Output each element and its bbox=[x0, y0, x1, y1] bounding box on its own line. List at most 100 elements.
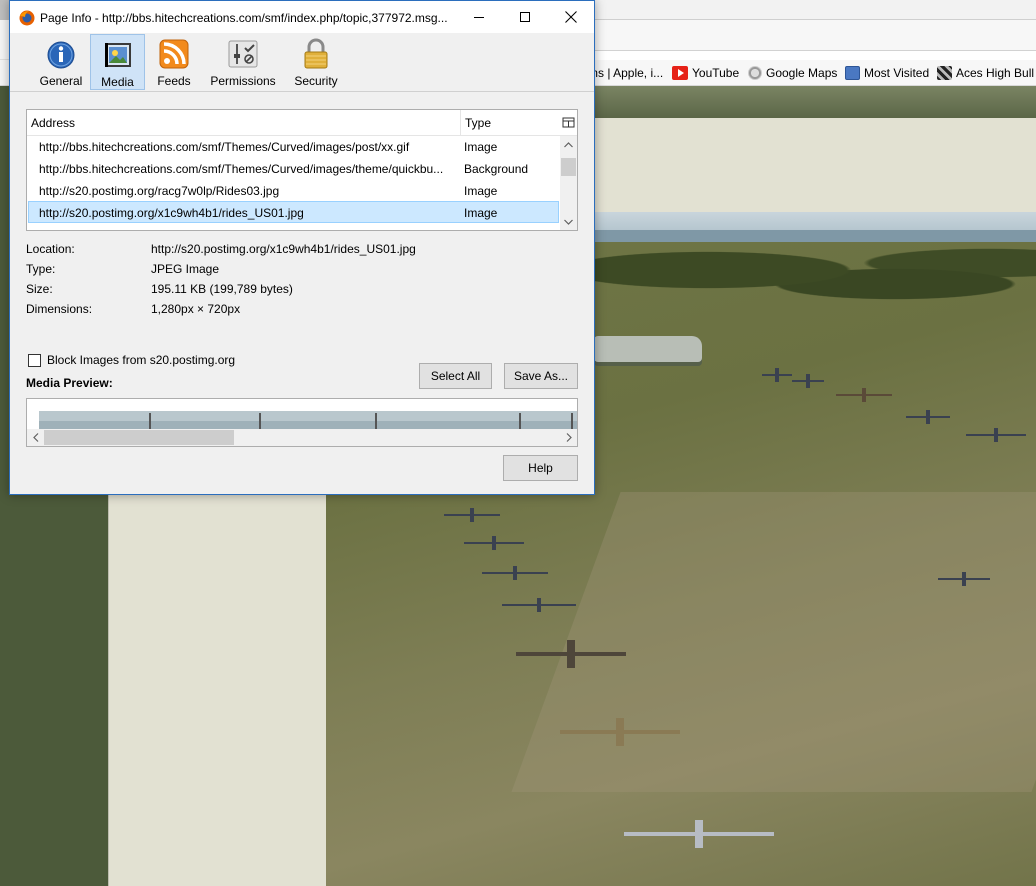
bookmark-most-visited[interactable]: Most Visited bbox=[845, 65, 929, 81]
dialog-title-bar[interactable]: Page Info - http://bbs.hitechcreations.c… bbox=[10, 1, 594, 33]
bookmark-label: ms | Apple, i... bbox=[588, 66, 664, 80]
row-address: http://bbs.hitechcreations.com/smf/Theme… bbox=[39, 162, 444, 176]
size-value: 195.11 KB (199,789 bytes) bbox=[151, 282, 293, 296]
tab-label: Media bbox=[101, 75, 134, 89]
bookmark-aces-high[interactable]: Aces High Bull bbox=[937, 65, 1034, 81]
aircraft bbox=[464, 542, 524, 544]
bookmark-label: Most Visited bbox=[864, 66, 930, 80]
aircraft bbox=[906, 416, 950, 418]
scrollbar-thumb[interactable] bbox=[44, 430, 234, 445]
row-address: http://s20.postimg.org/racg7w0lp/Rides03… bbox=[39, 184, 280, 198]
aircraft bbox=[502, 604, 576, 606]
youtube-icon bbox=[672, 66, 688, 80]
maximize-button[interactable] bbox=[502, 1, 548, 33]
bookmark-youtube[interactable]: YouTube bbox=[672, 65, 739, 81]
preview-scrollbar[interactable] bbox=[27, 429, 577, 446]
block-images-label[interactable]: Block Images from s20.postimg.org bbox=[47, 352, 235, 368]
rss-feed-icon bbox=[159, 39, 189, 69]
scroll-down-button[interactable] bbox=[560, 213, 577, 230]
media-preview-pane bbox=[26, 398, 578, 447]
row-address: http://bbs.hitechcreations.com/smf/Theme… bbox=[39, 140, 410, 154]
type-label: Type: bbox=[26, 262, 56, 276]
column-header-address[interactable]: Address bbox=[27, 110, 461, 136]
aircraft bbox=[938, 578, 990, 580]
row-type: Image bbox=[464, 140, 498, 154]
forum-banner bbox=[594, 86, 1036, 118]
tab-general[interactable]: General bbox=[34, 34, 88, 90]
aircraft bbox=[966, 434, 1026, 436]
media-icon bbox=[104, 43, 131, 67]
preview-detail bbox=[375, 413, 377, 429]
tab-feeds[interactable]: Feeds bbox=[150, 34, 198, 90]
table-row-selected[interactable]: http://s20.postimg.org/x1c9wh4b1/rides_U… bbox=[28, 201, 559, 223]
minimize-icon bbox=[474, 17, 484, 18]
location-label: Location: bbox=[26, 242, 75, 256]
info-icon bbox=[47, 41, 75, 69]
bookmark-label: Aces High Bull bbox=[956, 66, 1035, 80]
bookmark-folder-icon bbox=[845, 66, 860, 80]
table-row[interactable]: http://s20.postimg.org/racg7w0lp/Rides03… bbox=[28, 180, 559, 202]
media-preview-image bbox=[39, 411, 577, 429]
row-type: Image bbox=[464, 206, 498, 220]
dialog-title: Page Info - http://bbs.hitechcreations.c… bbox=[40, 11, 448, 25]
media-list-scrollbar[interactable] bbox=[560, 136, 577, 230]
tab-label: Feeds bbox=[157, 74, 191, 88]
padlock-icon bbox=[304, 38, 328, 69]
save-as-button[interactable]: Save As... bbox=[504, 363, 578, 389]
page-info-tabs: General Media Feeds Permissions Security bbox=[10, 33, 594, 91]
aircraft bbox=[482, 572, 548, 574]
row-type: Image bbox=[464, 184, 498, 198]
globe-icon bbox=[748, 66, 762, 80]
dimensions-label: Dimensions: bbox=[26, 302, 93, 316]
scroll-right-button[interactable] bbox=[560, 429, 577, 446]
bookmark-google-maps[interactable]: Google Maps bbox=[748, 65, 837, 81]
aces-high-icon bbox=[937, 66, 952, 80]
tab-media[interactable]: Media bbox=[90, 34, 145, 90]
media-list[interactable]: Address Type http://bbs.hitechcreations.… bbox=[26, 109, 578, 231]
media-preview-label: Media Preview: bbox=[26, 376, 113, 390]
aircraft bbox=[624, 832, 774, 836]
aircraft bbox=[792, 380, 824, 382]
close-icon bbox=[565, 11, 577, 23]
bookmark-label: Google Maps bbox=[766, 66, 838, 80]
page-info-dialog: Page Info - http://bbs.hitechcreations.c… bbox=[9, 0, 595, 495]
preview-detail bbox=[149, 413, 151, 429]
select-all-button[interactable]: Select All bbox=[419, 363, 492, 389]
chevron-up-icon bbox=[564, 141, 573, 147]
help-button[interactable]: Help bbox=[503, 455, 578, 481]
bookmark-apple[interactable]: ms | Apple, i... bbox=[588, 65, 663, 81]
size-label: Size: bbox=[26, 282, 53, 296]
scroll-left-button[interactable] bbox=[27, 429, 44, 446]
aircraft bbox=[444, 514, 500, 516]
chevron-right-icon bbox=[566, 433, 572, 442]
preview-detail bbox=[571, 413, 573, 429]
permissions-icon bbox=[228, 40, 258, 68]
type-value: JPEG Image bbox=[151, 262, 220, 276]
table-row[interactable]: http://bbs.hitechcreations.com/smf/Theme… bbox=[28, 136, 559, 158]
chevron-left-icon bbox=[32, 433, 38, 442]
close-button[interactable] bbox=[548, 1, 594, 33]
table-row[interactable]: http://bbs.hitechcreations.com/smf/Theme… bbox=[28, 158, 559, 180]
block-images-checkbox[interactable] bbox=[28, 354, 41, 367]
toolbar-divider bbox=[10, 91, 594, 92]
scroll-up-button[interactable] bbox=[560, 136, 577, 153]
aircraft bbox=[560, 730, 680, 734]
tab-label: Security bbox=[294, 74, 338, 88]
dimensions-value: 1,280px × 720px bbox=[151, 302, 241, 316]
preview-detail bbox=[519, 413, 521, 429]
tab-permissions[interactable]: Permissions bbox=[206, 34, 280, 90]
column-picker-icon[interactable] bbox=[561, 114, 577, 132]
minimize-button[interactable] bbox=[456, 1, 502, 33]
location-value: http://s20.postimg.org/x1c9wh4b1/rides_U… bbox=[151, 242, 416, 256]
tab-label: Permissions bbox=[210, 74, 276, 88]
tab-label: General bbox=[39, 74, 83, 88]
screenshot-trees bbox=[566, 242, 1036, 312]
aircraft bbox=[836, 394, 892, 396]
tab-security[interactable]: Security bbox=[288, 34, 344, 90]
aircraft bbox=[762, 374, 792, 376]
firefox-icon bbox=[19, 10, 35, 26]
scrollbar-thumb[interactable] bbox=[561, 158, 576, 176]
browser-active-tab[interactable] bbox=[594, 0, 1036, 20]
column-header-type[interactable]: Type bbox=[461, 110, 561, 136]
bookmark-label: YouTube bbox=[692, 66, 740, 80]
